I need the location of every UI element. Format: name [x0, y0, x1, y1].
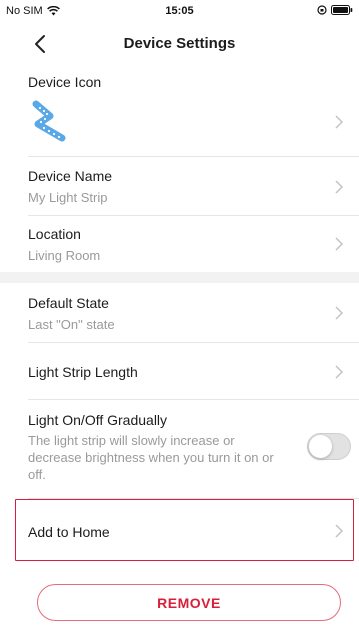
add-to-home-row[interactable]: Add to Home [0, 500, 359, 560]
divider [28, 498, 359, 499]
default-state-row[interactable]: Default State Last "On" state [0, 283, 359, 342]
light-strip-icon [32, 100, 66, 142]
gradual-description: The light strip will slowly increase or … [28, 433, 274, 482]
chevron-right-icon [335, 306, 344, 320]
device-icon-label: Device Icon [28, 74, 102, 90]
status-time: 15:05 [165, 5, 194, 17]
location-label: Location [28, 226, 81, 242]
battery-icon [331, 5, 353, 15]
add-to-home-label: Add to Home [28, 524, 110, 540]
device-name-value: My Light Strip [28, 190, 108, 205]
default-state-label: Default State [28, 295, 109, 311]
default-state-value: Last "On" state [28, 317, 115, 332]
chevron-right-icon [335, 115, 344, 129]
status-right [317, 5, 353, 15]
status-bar: No SIM 15:05 [0, 0, 359, 22]
chevron-right-icon [335, 180, 344, 194]
page-title: Device Settings [123, 35, 236, 52]
location-value: Living Room [28, 248, 101, 263]
device-name-row[interactable]: Device Name My Light Strip [0, 157, 359, 215]
gradual-label: Light On/Off Gradually [28, 412, 168, 428]
location-row[interactable]: Location Living Room [0, 216, 359, 272]
toggle-knob [309, 435, 332, 458]
chevron-right-icon [335, 524, 344, 538]
orientation-lock-icon [317, 5, 327, 15]
chevron-right-icon [335, 237, 344, 251]
gradual-toggle[interactable] [307, 433, 351, 460]
nav-bar: Device Settings [0, 22, 359, 66]
device-name-label: Device Name [28, 168, 113, 184]
light-strip-length-label: Light Strip Length [28, 364, 138, 380]
device-icon-row[interactable]: Device Icon [0, 66, 359, 156]
light-strip-length-row[interactable]: Light Strip Length [0, 343, 359, 399]
remove-button[interactable]: REMOVE [37, 584, 341, 621]
section-separator [0, 272, 359, 283]
chevron-right-icon [335, 365, 344, 379]
